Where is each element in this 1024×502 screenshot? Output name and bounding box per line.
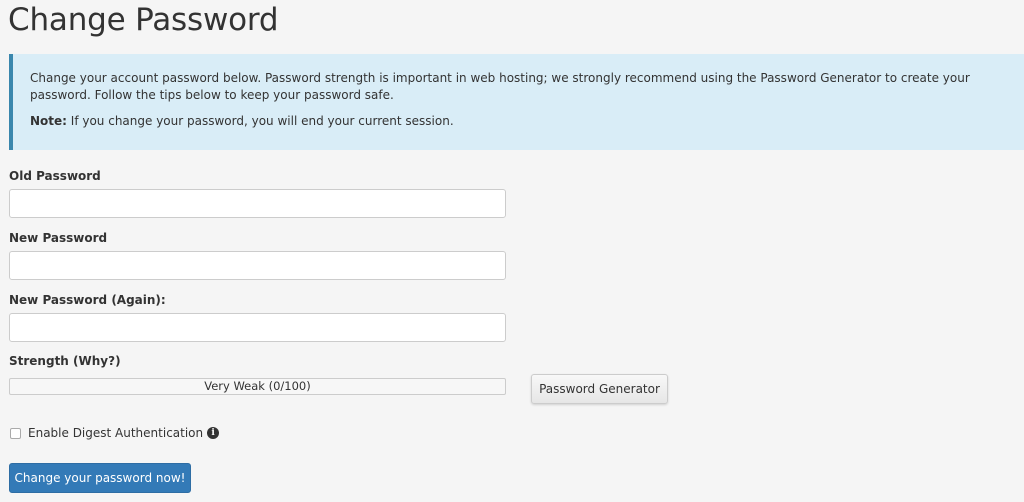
new-password-again-label: New Password (Again): [9,293,166,307]
old-password-input[interactable] [9,189,506,218]
strength-text: Very Weak (0/100) [204,379,311,393]
info-circle-icon[interactable]: i [207,427,220,439]
info-intro-text: Change your account password below. Pass… [30,71,970,102]
old-password-label: Old Password [9,169,101,183]
change-password-submit-button[interactable]: Change your password now! [9,463,191,493]
new-password-again-input[interactable] [9,313,506,342]
page-title: Change Password [8,2,279,38]
change-password-page: Change Password Change your account pass… [0,0,1024,502]
info-note: Note: If you change your password, you w… [30,113,1008,130]
new-password-input[interactable] [9,251,506,280]
new-password-label: New Password [9,231,108,245]
info-alert: Change your account password below. Pass… [9,54,1024,150]
password-generator-button[interactable]: Password Generator [531,374,668,404]
strength-label[interactable]: Strength (Why?) [9,353,121,369]
strength-meter: Very Weak (0/100) [9,378,506,395]
digest-auth-row: Enable Digest Authentication i [9,425,220,441]
digest-auth-label[interactable]: Enable Digest Authentication [28,425,203,441]
note-label: Note: [30,114,67,128]
note-text: If you change your password, you will en… [66,114,454,128]
digest-auth-checkbox[interactable] [10,427,21,439]
